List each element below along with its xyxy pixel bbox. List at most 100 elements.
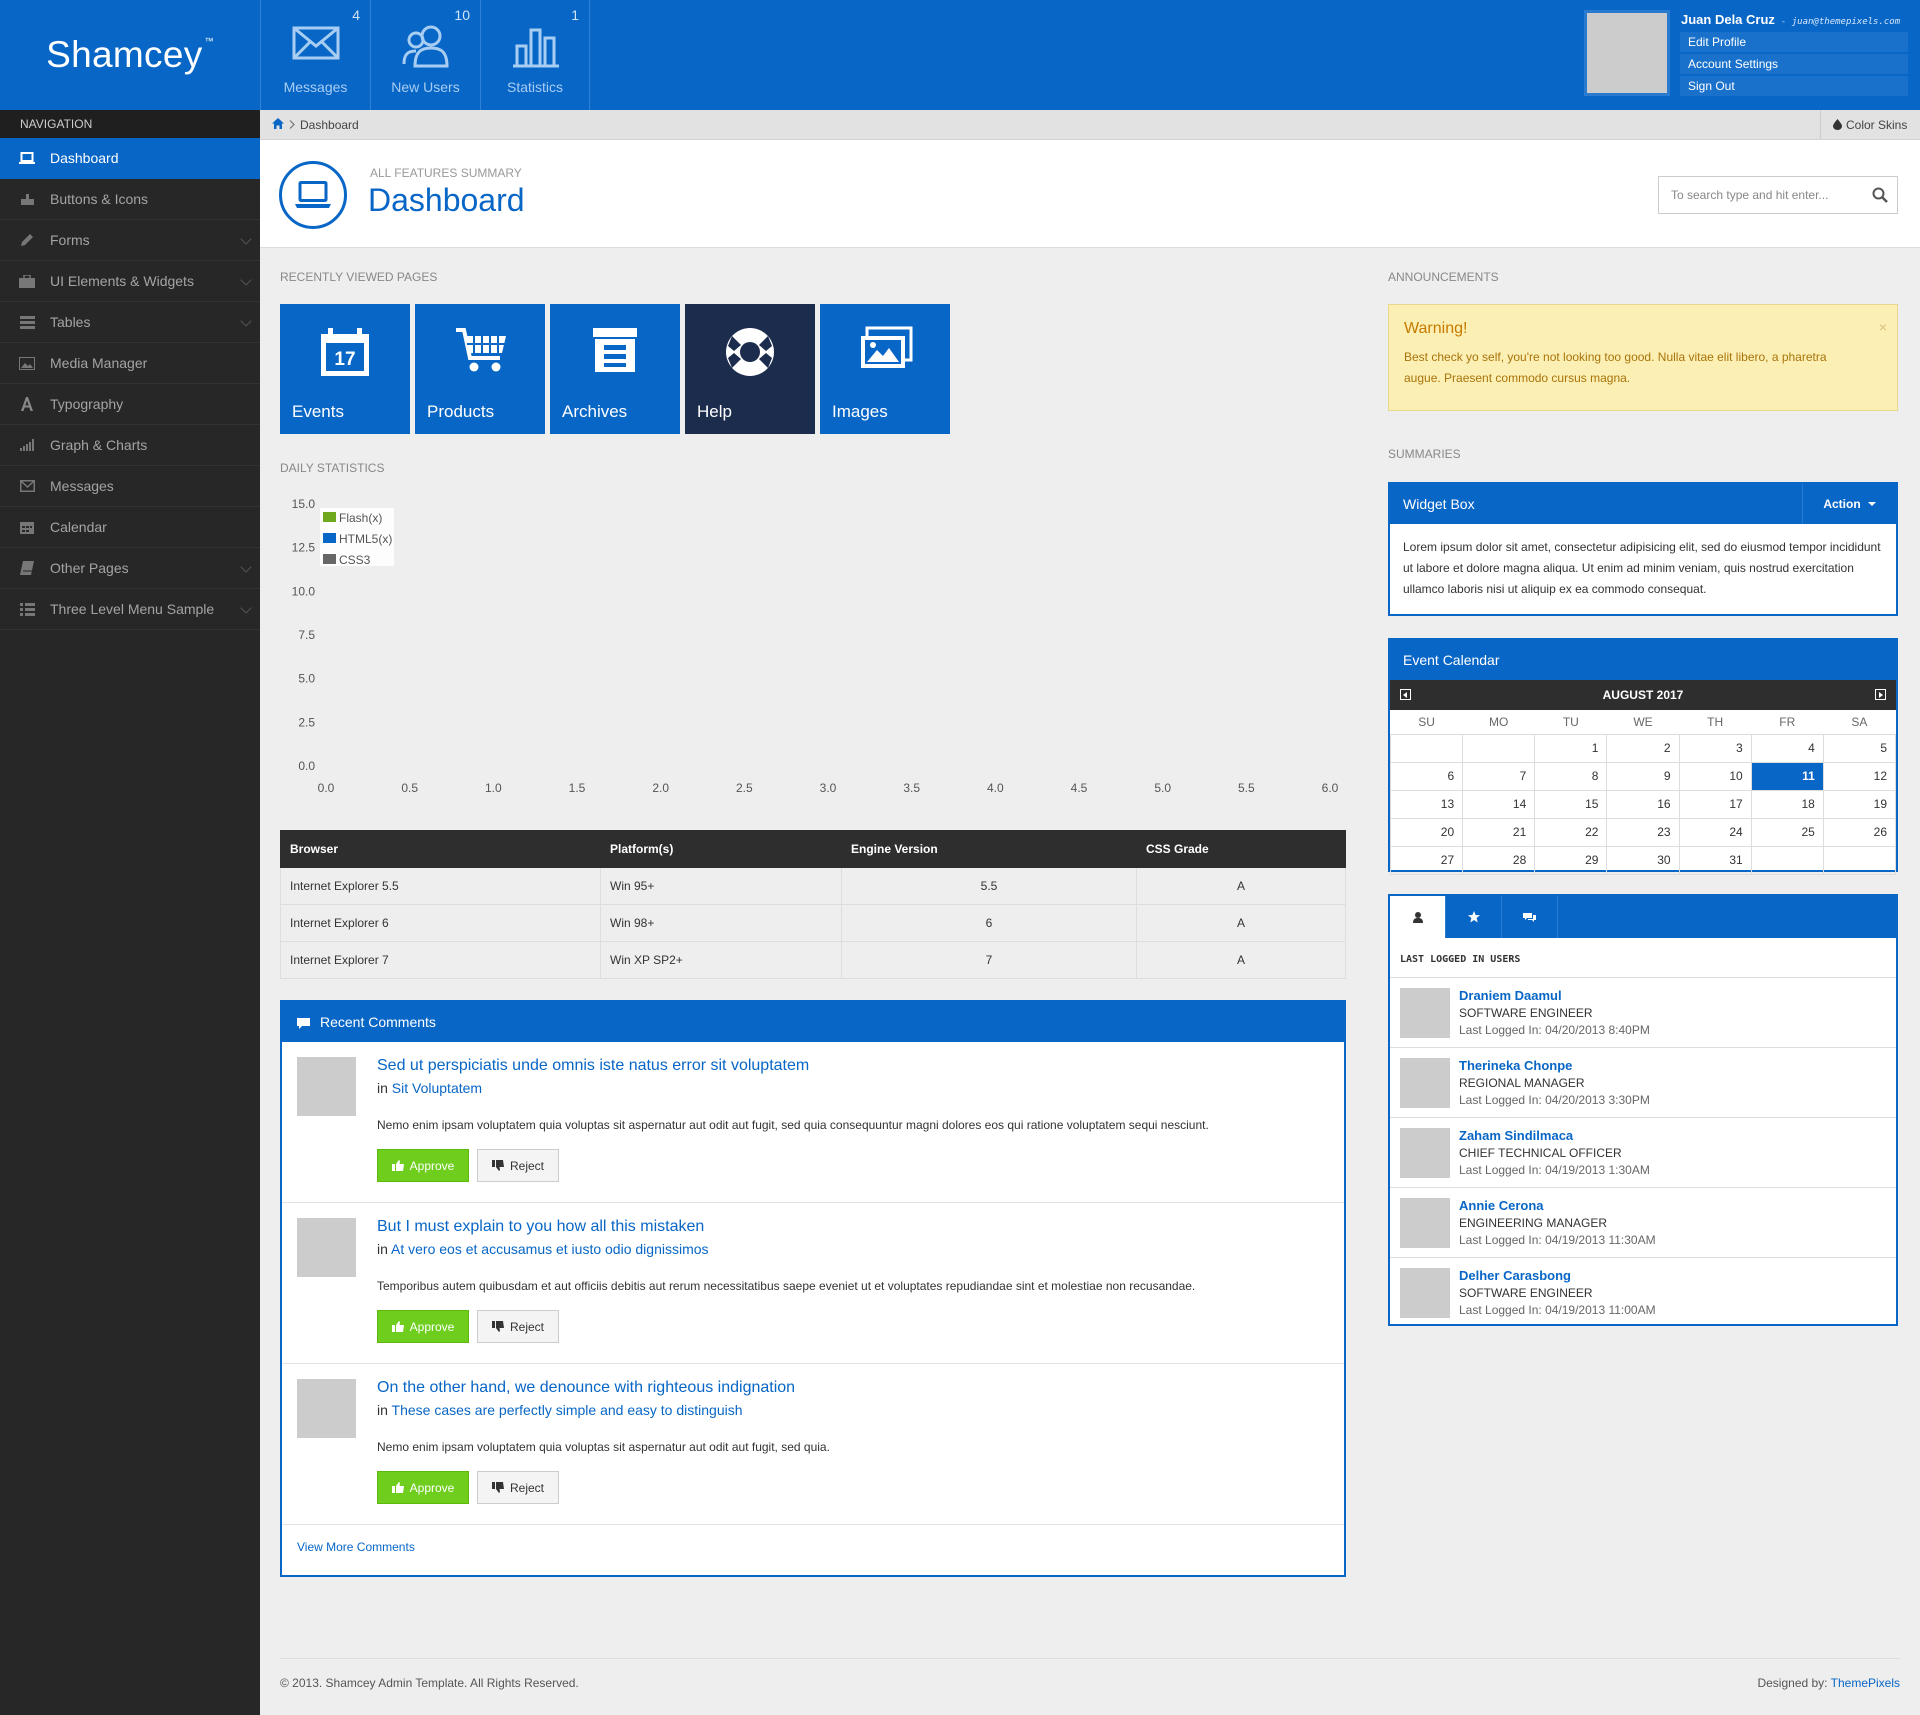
- sidebar-item-ui-elements[interactable]: UI Elements & Widgets: [0, 261, 260, 302]
- calendar-day[interactable]: 2: [1606, 733, 1680, 763]
- account-settings-link[interactable]: Account Settings: [1680, 54, 1908, 74]
- calendar-day[interactable]: 11: [1750, 761, 1824, 791]
- user-name-link[interactable]: Delher Carasbong: [1459, 1268, 1571, 1283]
- calendar-day[interactable]: 18: [1750, 789, 1824, 819]
- comment-category-link[interactable]: These cases are perfectly simple and eas…: [392, 1402, 743, 1418]
- calendar-day[interactable]: 8: [1534, 761, 1608, 791]
- sidebar-item-three-level-menu[interactable]: Three Level Menu Sample: [0, 589, 260, 630]
- calendar-day[interactable]: 22: [1534, 817, 1608, 847]
- calendar-day[interactable]: 10: [1678, 761, 1752, 791]
- user-avatar[interactable]: [1400, 1198, 1450, 1248]
- calendar-day[interactable]: 26: [1822, 817, 1897, 847]
- sidebar-item-messages[interactable]: Messages: [0, 466, 260, 507]
- calendar-day[interactable]: 1: [1534, 733, 1608, 763]
- calendar-day[interactable]: 7: [1462, 761, 1536, 791]
- sidebar-item-buttons-icons[interactable]: Buttons & Icons: [0, 179, 260, 220]
- tile-help[interactable]: Help: [685, 304, 815, 434]
- approve-button[interactable]: Approve: [377, 1471, 469, 1504]
- calendar-day[interactable]: 5: [1822, 733, 1897, 763]
- calendar-day[interactable]: 24: [1678, 817, 1752, 847]
- calendar-next-icon[interactable]: [1875, 689, 1886, 700]
- tile-archives[interactable]: Archives: [550, 304, 680, 434]
- calendar-day[interactable]: 19: [1822, 789, 1897, 819]
- calendar-week: 20 21 22 23 24 25 26: [1389, 817, 1897, 847]
- comment-title-link[interactable]: On the other hand, we denounce with righ…: [377, 1379, 795, 1397]
- calendar-day[interactable]: 31: [1678, 845, 1752, 875]
- reject-button[interactable]: Reject: [477, 1310, 559, 1343]
- header-statistics-button[interactable]: 1 Statistics: [480, 0, 590, 110]
- user-avatar[interactable]: [1584, 10, 1670, 96]
- calendar-day[interactable]: 14: [1462, 789, 1536, 819]
- calendar-day[interactable]: 9: [1606, 761, 1680, 791]
- comment-title-link[interactable]: But I must explain to you how all this m…: [377, 1218, 704, 1236]
- sidebar-item-typography[interactable]: Typography: [0, 384, 260, 425]
- calendar-day[interactable]: 23: [1606, 817, 1680, 847]
- x-tick-label: 6.0: [1322, 781, 1339, 795]
- user-name-link[interactable]: Draniem Daamul: [1459, 988, 1562, 1003]
- comment-category-link[interactable]: Sit Voluptatem: [392, 1080, 482, 1096]
- header-messages-button[interactable]: 4 Messages: [260, 0, 370, 110]
- tab-comments[interactable]: [1502, 896, 1558, 938]
- calendar-day[interactable]: 12: [1822, 761, 1897, 791]
- calendar-prev-icon[interactable]: [1400, 689, 1411, 700]
- color-skins-button[interactable]: Color Skins: [1820, 110, 1920, 139]
- calendar-day[interactable]: 29: [1534, 845, 1608, 875]
- approve-button[interactable]: Approve: [377, 1149, 469, 1182]
- header-new-users-button[interactable]: 10 New Users: [370, 0, 480, 110]
- tile-products[interactable]: Products: [415, 304, 545, 434]
- sidebar-item-dashboard[interactable]: Dashboard: [0, 138, 260, 179]
- calendar-day[interactable]: 27: [1389, 845, 1464, 875]
- user-avatar[interactable]: [1400, 988, 1450, 1038]
- calendar-day[interactable]: 20: [1389, 817, 1464, 847]
- user-avatar[interactable]: [1400, 1268, 1450, 1318]
- approve-button[interactable]: Approve: [377, 1310, 469, 1343]
- comment-title-link[interactable]: Sed ut perspiciatis unde omnis iste natu…: [377, 1057, 809, 1075]
- table-header[interactable]: Engine Version: [841, 830, 1137, 868]
- brand-logo[interactable]: Shamcey ™: [0, 0, 260, 110]
- table-header[interactable]: CSS Grade: [1136, 830, 1346, 868]
- home-icon[interactable]: [272, 118, 284, 132]
- sidebar-item-tables[interactable]: Tables: [0, 302, 260, 343]
- sidebar-item-forms[interactable]: Forms: [0, 220, 260, 261]
- action-dropdown-button[interactable]: Action: [1802, 484, 1896, 524]
- calendar-day[interactable]: 21: [1462, 817, 1536, 847]
- edit-profile-link[interactable]: Edit Profile: [1680, 32, 1908, 52]
- close-icon[interactable]: ×: [1879, 319, 1887, 335]
- table-header[interactable]: Platform(s): [600, 830, 842, 868]
- calendar-day[interactable]: 13: [1389, 789, 1464, 819]
- sidebar-item-calendar[interactable]: Calendar: [0, 507, 260, 548]
- view-more-comments-link[interactable]: View More Comments: [297, 1540, 415, 1554]
- table-header[interactable]: Browser: [280, 830, 601, 868]
- tab-users[interactable]: [1390, 896, 1446, 938]
- comment-category-link[interactable]: At vero eos et accusamus et iusto odio d…: [391, 1241, 709, 1257]
- calendar-day[interactable]: 4: [1750, 733, 1824, 763]
- calendar-day[interactable]: 15: [1534, 789, 1608, 819]
- sidebar-item-graph-charts[interactable]: Graph & Charts: [0, 425, 260, 466]
- reject-button[interactable]: Reject: [477, 1471, 559, 1504]
- sidebar-item-media-manager[interactable]: Media Manager: [0, 343, 260, 384]
- user-name-link[interactable]: Therineka Chonpe: [1459, 1058, 1572, 1073]
- calendar-month-bar: AUGUST 2017: [1390, 680, 1896, 710]
- tab-favorites[interactable]: [1446, 896, 1502, 938]
- user-name-link[interactable]: Zaham Sindilmaca: [1459, 1128, 1573, 1143]
- calendar-day[interactable]: 3: [1678, 733, 1752, 763]
- legend-swatch: [323, 533, 336, 543]
- designer-link[interactable]: ThemePixels: [1831, 1676, 1900, 1690]
- user-avatar[interactable]: [1400, 1058, 1450, 1108]
- tile-events[interactable]: 17 Events: [280, 304, 410, 434]
- calendar-day[interactable]: 16: [1606, 789, 1680, 819]
- sign-out-link[interactable]: Sign Out: [1680, 76, 1908, 96]
- calendar-day[interactable]: 25: [1750, 817, 1824, 847]
- list-item: Draniem Daamul Software Engineer Last Logg…: [1390, 978, 1896, 1048]
- tile-images[interactable]: Images: [820, 304, 950, 434]
- reject-button[interactable]: Reject: [477, 1149, 559, 1182]
- search-icon[interactable]: [1872, 187, 1888, 208]
- sidebar-item-other-pages[interactable]: Other Pages: [0, 548, 260, 589]
- user-name-link[interactable]: Annie Cerona: [1459, 1198, 1544, 1213]
- calendar-day[interactable]: 17: [1678, 789, 1752, 819]
- calendar-day[interactable]: 6: [1389, 761, 1464, 791]
- search-input[interactable]: [1659, 177, 1859, 213]
- user-avatar[interactable]: [1400, 1128, 1450, 1178]
- calendar-day[interactable]: 28: [1462, 845, 1536, 875]
- calendar-day[interactable]: 30: [1606, 845, 1680, 875]
